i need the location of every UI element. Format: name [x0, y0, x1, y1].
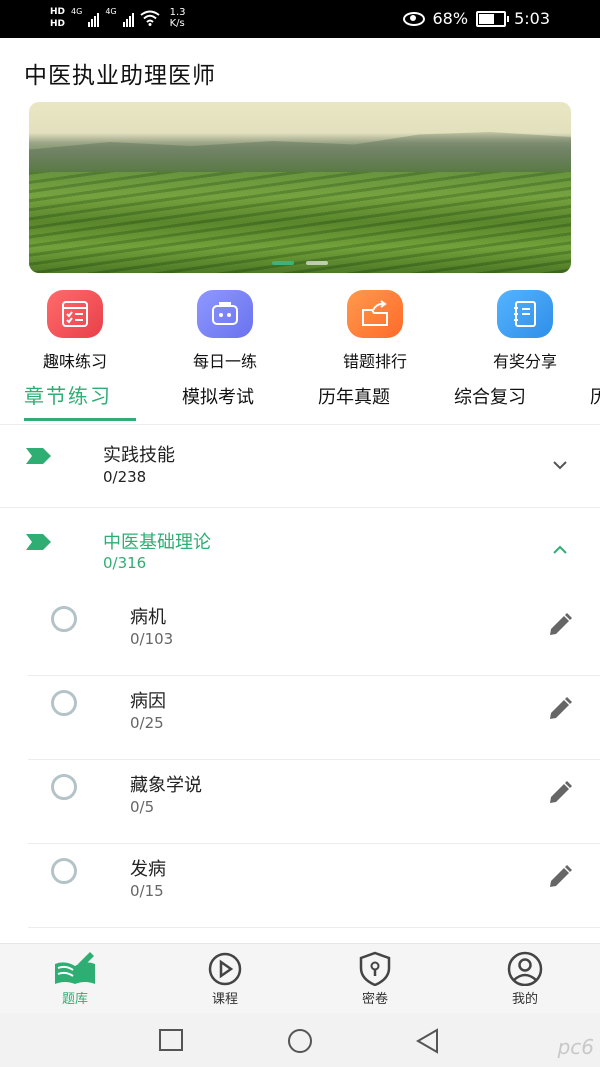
- subsection-count: 0/103: [130, 630, 174, 648]
- chevron-up-icon: [553, 545, 567, 554]
- network-type-2: 4G: [105, 7, 117, 16]
- pencil-icon[interactable]: [547, 780, 573, 806]
- signal-icon-2: [122, 9, 134, 27]
- subsection-title: 病机: [130, 607, 166, 628]
- wifi-icon: [139, 10, 160, 26]
- nav-label: 密卷: [361, 992, 388, 1007]
- pencil-icon[interactable]: [547, 696, 573, 722]
- back-icon[interactable]: [415, 1028, 441, 1054]
- progress-circle-icon: [51, 774, 77, 800]
- eye-comfort-icon: [402, 11, 425, 26]
- nav-secret-papers[interactable]: 密卷: [335, 950, 415, 1007]
- subsection-title: 藏象学说: [130, 775, 202, 796]
- checklist-icon: [47, 290, 103, 338]
- tab-comprehensive-review[interactable]: 综合复习: [454, 383, 526, 409]
- recent-apps-icon[interactable]: [159, 1029, 183, 1051]
- nav-label: 课程: [211, 992, 238, 1007]
- category-tabs: 章节练习 模拟考试 历年真题 综合复习 历: [0, 378, 600, 424]
- chapter-count: 0/316: [103, 554, 147, 572]
- network-type-1: 4G: [71, 7, 83, 16]
- tab-chapter-practice[interactable]: 章节练习: [24, 380, 112, 409]
- quick-action-fun-practice[interactable]: 趣味练习: [15, 290, 135, 372]
- quick-action-label: 错题排行: [342, 352, 407, 371]
- subsection-row[interactable]: 发病 0/15: [0, 844, 600, 928]
- quick-action-label: 趣味练习: [42, 352, 107, 371]
- chapter-flag-icon: [26, 534, 51, 550]
- share-folder-icon: [347, 290, 403, 338]
- bottom-navigation: 题库 课程 密卷 我的: [0, 943, 600, 1014]
- system-navigation-bar: pc6: [0, 1013, 600, 1067]
- active-tab-indicator: [24, 418, 136, 421]
- chapter-title: 实践技能: [103, 445, 175, 466]
- signal-icon: [88, 9, 100, 27]
- carousel-dot[interactable]: [306, 261, 328, 265]
- subsection-row[interactable]: 藏象学说 0/5: [0, 760, 600, 844]
- shield-lock-icon: [359, 951, 391, 986]
- nav-profile[interactable]: 我的: [485, 950, 565, 1007]
- banner-image-hills: [29, 132, 571, 172]
- page-title: 中医执业助理医师: [24, 63, 216, 89]
- status-left: HD HD 4G 4G 1.3 K/s: [50, 6, 186, 30]
- battery-icon: [476, 10, 510, 27]
- quick-action-label: 每日一练: [192, 352, 257, 371]
- robot-face-icon: [197, 290, 253, 338]
- nav-courses[interactable]: 课程: [185, 950, 265, 1007]
- tab-more[interactable]: 历: [590, 383, 600, 409]
- chapter-count: 0/238: [103, 468, 147, 486]
- notebook-icon: [497, 290, 553, 338]
- chapter-flag-icon: [26, 448, 51, 464]
- chevron-down-icon: [553, 461, 567, 470]
- play-circle-icon: [208, 952, 242, 986]
- hd-2: HD: [50, 19, 66, 29]
- nav-label: 题库: [61, 992, 88, 1007]
- tab-mock-exam[interactable]: 模拟考试: [182, 383, 254, 409]
- subsection-title: 病因: [130, 691, 166, 712]
- battery-fill: [479, 13, 495, 24]
- chapter-row-tcm-basic-theory[interactable]: 中医基础理论 0/316: [0, 508, 600, 592]
- quick-action-daily-practice[interactable]: 每日一练: [165, 290, 285, 372]
- progress-circle-icon: [51, 858, 77, 884]
- subsection-count: 0/25: [130, 714, 164, 732]
- carousel-indicators: [29, 261, 571, 265]
- hd-1: HD: [50, 7, 66, 17]
- quick-actions: 趣味练习 每日一练 错题排行 有奖分享: [0, 290, 600, 372]
- pencil-icon[interactable]: [547, 612, 573, 638]
- user-icon: [507, 951, 543, 986]
- home-icon[interactable]: [287, 1028, 313, 1054]
- watermark-logo: pc6: [557, 1035, 594, 1059]
- nav-question-bank[interactable]: 题库: [35, 950, 115, 1007]
- nav-label: 我的: [511, 992, 538, 1007]
- chapter-title: 中医基础理论: [103, 532, 211, 553]
- progress-circle-icon: [51, 606, 77, 632]
- hd-indicators: HD HD: [50, 6, 65, 30]
- subsection-row[interactable]: 病机 0/103: [0, 592, 600, 676]
- quick-action-error-ranking[interactable]: 错题排行: [315, 290, 435, 372]
- quick-action-label: 有奖分享: [492, 352, 557, 371]
- speed-unit: K/s: [169, 18, 185, 29]
- subsection-row[interactable]: 病因 0/25: [0, 676, 600, 760]
- pencil-icon[interactable]: [547, 864, 573, 890]
- quick-action-reward-share[interactable]: 有奖分享: [465, 290, 585, 372]
- network-speed: 1.3 K/s: [170, 7, 186, 29]
- divider: [28, 927, 600, 928]
- clock: 5:03: [514, 9, 550, 28]
- banner-carousel[interactable]: [29, 102, 571, 273]
- tab-past-exams[interactable]: 历年真题: [318, 383, 390, 409]
- subsection-title: 发病: [130, 859, 166, 880]
- status-right: 68% 5:03: [402, 9, 550, 28]
- status-bar: HD HD 4G 4G 1.3 K/s 68% 5:03: [0, 0, 600, 38]
- banner-image-tea-rows: [29, 172, 571, 273]
- book-pen-icon: [55, 952, 95, 984]
- battery-percent: 68%: [432, 9, 469, 28]
- carousel-dot[interactable]: [272, 261, 294, 265]
- subsection-count: 0/15: [130, 882, 164, 900]
- subsection-count: 0/5: [130, 798, 155, 816]
- chapter-row-practical-skills[interactable]: 实践技能 0/238: [0, 425, 600, 507]
- progress-circle-icon: [51, 690, 77, 716]
- speed-value: 1.3: [169, 7, 186, 18]
